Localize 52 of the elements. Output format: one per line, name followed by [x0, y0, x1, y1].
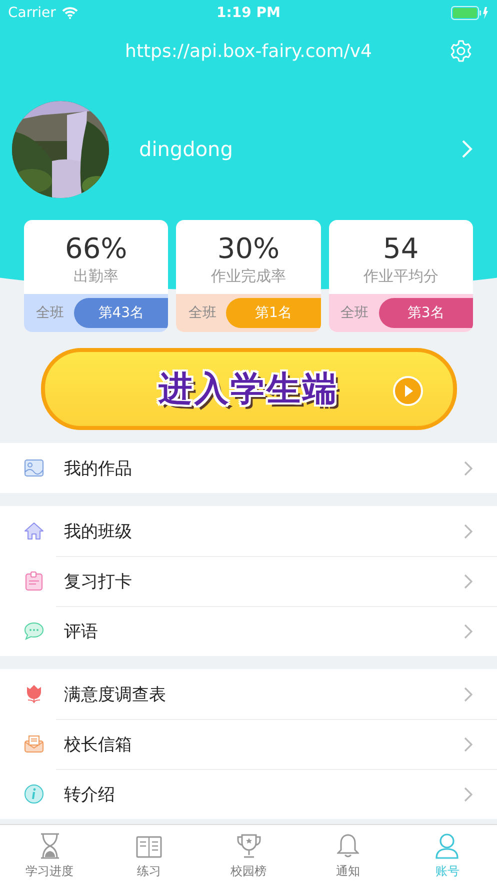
rank-badge: 第3名: [378, 298, 473, 328]
tab[interactable]: 学习进度: [0, 825, 100, 883]
book-icon: [136, 835, 162, 859]
carrier-label: Carrier: [8, 5, 56, 21]
scope-label: 全班: [340, 304, 370, 322]
settings-icon[interactable]: [449, 39, 473, 63]
hourglass-icon: [38, 833, 61, 859]
menu-item[interactable]: 我的班级: [0, 506, 497, 556]
user-name: dingdong: [139, 137, 234, 161]
wifi-icon: [62, 7, 78, 19]
stat-label: 作业完成率: [210, 267, 287, 286]
enter-student-button[interactable]: 进入学生端: [40, 348, 456, 430]
battery-icon: [450, 6, 489, 20]
stat-label: 出勤率: [72, 267, 120, 286]
info-icon: [24, 784, 44, 804]
home-icon: [24, 521, 44, 541]
menu-item[interactable]: 满意度调查表: [0, 669, 497, 719]
image-icon: [24, 459, 44, 477]
trophy-icon: [236, 833, 262, 859]
tab[interactable]: 通知: [298, 825, 398, 883]
chevron-right-icon: [464, 460, 473, 476]
clock: 1:19 PM: [216, 5, 282, 21]
clipboard-icon: [25, 571, 43, 591]
play-icon: [392, 376, 422, 406]
stat-value: 30%: [216, 232, 281, 265]
chevron-right-icon: [464, 624, 473, 638]
menu-item[interactable]: 转介绍: [0, 769, 497, 819]
menu-item[interactable]: 我的作品: [0, 443, 497, 493]
rank-badge: 第1名: [226, 298, 321, 328]
stat-value: 54: [382, 232, 420, 265]
chevron-right-icon: [464, 736, 473, 752]
stat-label: 作业平均分: [362, 267, 440, 286]
server-url: https://api.box-fairy.com/v4: [125, 40, 372, 62]
scope-label: 全班: [187, 304, 218, 322]
person-icon: [435, 833, 460, 859]
chat-bubble-icon: [24, 621, 44, 641]
bell-icon: [336, 833, 359, 859]
tulip-icon: [24, 684, 44, 704]
scope-label: 全班: [35, 304, 65, 322]
chevron-right-icon[interactable]: [461, 139, 473, 159]
tab[interactable]: 练习: [99, 825, 199, 883]
menu-item[interactable]: 校长信箱: [0, 719, 497, 769]
menu-item[interactable]: 复习打卡: [0, 556, 497, 606]
menu-item[interactable]: 评语: [0, 606, 497, 656]
tab[interactable]: 校园榜: [198, 825, 298, 883]
rank-badge: 第43名: [74, 298, 168, 328]
chevron-right-icon: [464, 786, 473, 802]
mail-icon: [24, 735, 44, 753]
chevron-right-icon: [464, 686, 473, 702]
chevron-right-icon: [464, 574, 473, 588]
stat-value: 66%: [64, 232, 128, 265]
chevron-right-icon: [464, 524, 473, 538]
